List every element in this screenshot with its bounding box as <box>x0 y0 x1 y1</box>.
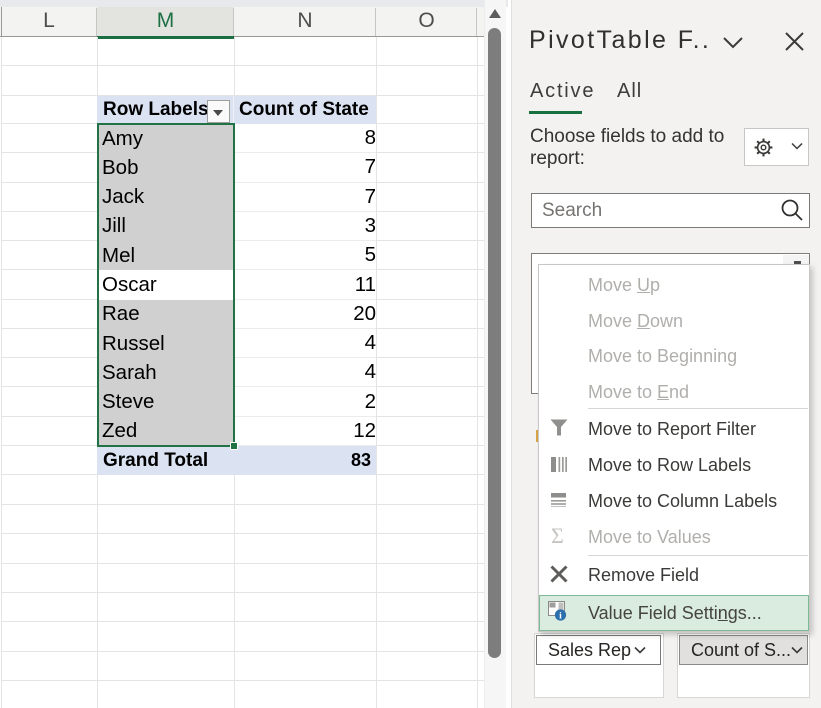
svg-text:i: i <box>559 612 562 621</box>
